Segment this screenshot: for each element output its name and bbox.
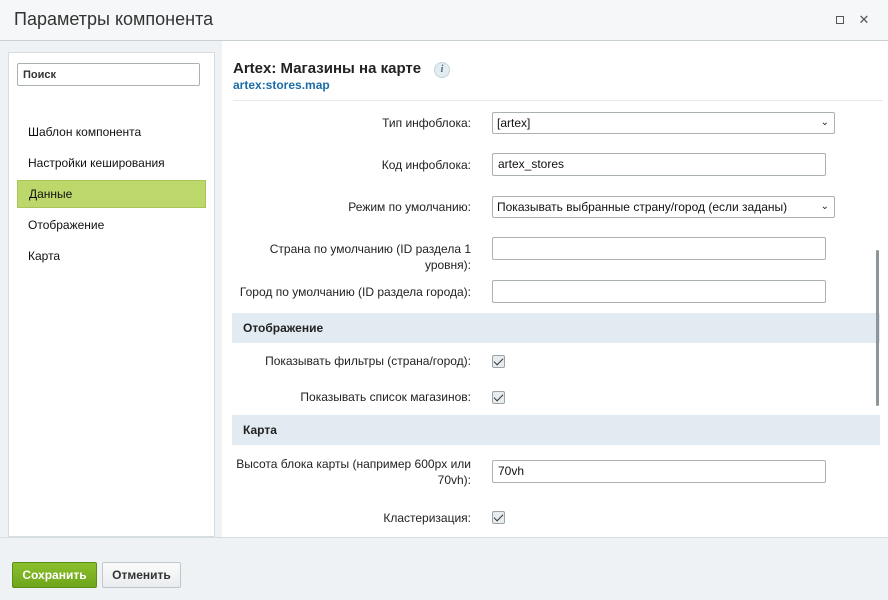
default-mode-select[interactable]: Показывать выбранные страну/город (если … xyxy=(492,196,835,218)
iblock-code-input[interactable]: artex_stores xyxy=(492,153,826,176)
default-mode-label: Режим по умолчанию: xyxy=(348,200,471,214)
main-panel: Artex: Магазины на карте i artex:stores.… xyxy=(222,41,888,537)
footer: Сохранить Отменить xyxy=(0,537,888,600)
close-icon[interactable]: ✕ xyxy=(856,12,872,28)
iblock-code-label: Код инфоблока: xyxy=(381,158,471,172)
sidebar-item-template[interactable]: Шаблон компонента xyxy=(17,118,206,146)
save-button[interactable]: Сохранить xyxy=(12,562,97,588)
sidebar-item-map[interactable]: Карта xyxy=(17,242,206,270)
sidebar-item-display[interactable]: Отображение xyxy=(17,211,206,239)
search-input[interactable] xyxy=(17,63,200,86)
iblock-type-select[interactable]: [artex] ⌄ xyxy=(492,112,835,134)
info-icon[interactable]: i xyxy=(434,62,450,78)
window-title: Параметры компонента xyxy=(14,9,214,29)
map-height-label-line1: Высота блока карты (например 600px или xyxy=(236,457,471,471)
sidebar-item-caching[interactable]: Настройки кеширования xyxy=(17,149,206,177)
section-display: Отображение xyxy=(232,313,880,343)
show-store-list-checkbox[interactable] xyxy=(492,391,505,404)
component-code: artex:stores.map xyxy=(233,78,330,92)
chevron-down-icon: ⌄ xyxy=(820,117,829,128)
default-country-input[interactable] xyxy=(492,237,826,260)
header-divider xyxy=(233,100,883,101)
default-country-label: Страна по умолчанию (ID раздела 1 уровня… xyxy=(269,242,471,272)
iblock-type-label: Тип инфоблока: xyxy=(382,116,471,130)
title-bar: Параметры компонента ✕ xyxy=(0,0,888,41)
sidebar: Шаблон компонента Настройки кеширования … xyxy=(8,52,215,537)
default-city-input[interactable] xyxy=(492,280,826,303)
chevron-down-icon: ⌄ xyxy=(820,201,829,212)
scrollbar[interactable] xyxy=(876,250,879,406)
show-filters-label: Показывать фильтры (страна/город): xyxy=(265,354,471,368)
clustering-checkbox[interactable] xyxy=(492,511,505,524)
clustering-label: Кластеризация: xyxy=(383,511,471,525)
show-filters-checkbox[interactable] xyxy=(492,355,505,368)
sidebar-item-data[interactable]: Данные xyxy=(17,180,206,208)
default-mode-value: Показывать выбранные страну/город (если … xyxy=(497,200,788,214)
component-title: Artex: Магазины на карте xyxy=(233,60,422,77)
show-store-list-label: Показывать список магазинов: xyxy=(300,390,471,404)
default-city-label: Город по умолчанию (ID раздела города): xyxy=(239,285,471,299)
map-height-input[interactable]: 70vh xyxy=(492,460,826,483)
section-map: Карта xyxy=(232,415,880,445)
maximize-icon[interactable] xyxy=(832,12,848,28)
cancel-button[interactable]: Отменить xyxy=(102,562,181,588)
iblock-type-value: [artex] xyxy=(497,116,531,130)
map-height-label-line2: 70vh): xyxy=(437,473,471,487)
